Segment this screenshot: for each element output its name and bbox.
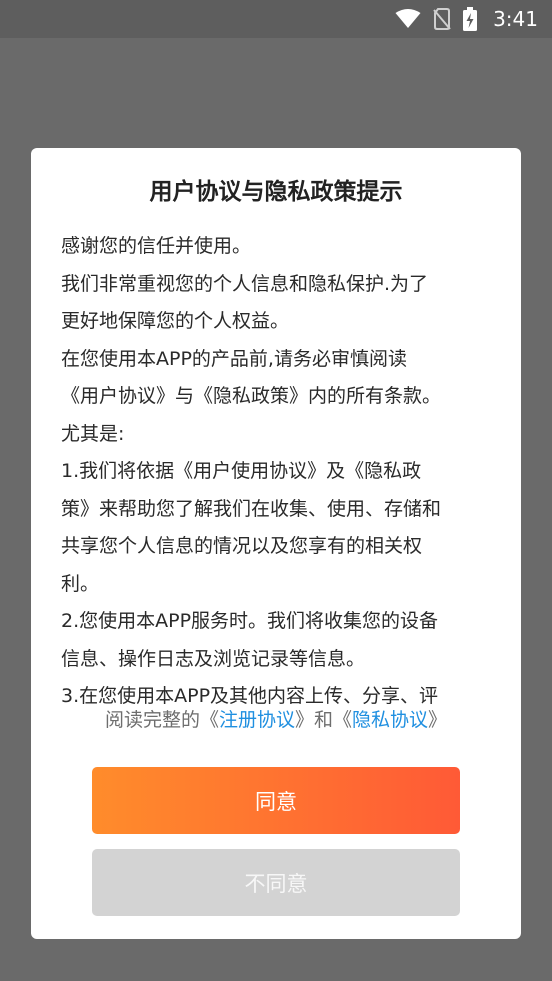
content-line: 更好地保障您的个人权益。 <box>61 310 290 332</box>
agree-button[interactable]: 同意 <box>92 767 460 834</box>
content-line: 尤其是: <box>61 422 125 445</box>
content-line: 策》来帮助您了解我们在收集、使用、存储和 <box>61 497 442 520</box>
content-line: 2.您使用本APP服务时。我们将收集您的设备 <box>61 610 439 632</box>
disagree-button[interactable]: 不同意 <box>92 849 460 916</box>
status-time: 3:41 <box>493 7 538 31</box>
dialog-title: 用户协议与隐私政策提示 <box>149 179 403 205</box>
register-agreement-link[interactable]: 注册协议 <box>219 709 295 731</box>
agreement-prefix: 阅读完整的《 <box>104 709 219 731</box>
content-line: 共享您个人信息的情况以及您享有的相关权 <box>61 535 423 557</box>
content-line: 我们非常重视您的个人信息和隐私保护.为了 <box>61 272 429 295</box>
content-line: 利。 <box>61 572 100 595</box>
content-line: 《用户协议》与《隐私政策》内的所有条款。 <box>61 385 442 407</box>
agreement-links-line: 阅读完整的《注册协议》和《隐私协议》 <box>31 705 521 732</box>
battery-charging-icon <box>463 7 478 31</box>
content-line: 1.我们将依据《用户使用协议》及《隐私政 <box>61 460 422 482</box>
content-line: 感谢您的信任并使用。 <box>61 235 252 257</box>
agreement-middle: 》和《 <box>294 709 352 731</box>
status-icons: 3:41 <box>395 7 538 31</box>
agreement-content-scroll[interactable]: 感谢您的信任并使用。 我们非常重视您的个人信息和隐私保护.为了 更好地保障您的个… <box>61 228 501 762</box>
wifi-icon <box>395 9 421 29</box>
privacy-dialog: 用户协议与隐私政策提示 感谢您的信任并使用。 我们非常重视您的个人信息和隐私保护… <box>31 148 521 939</box>
content-line: 信息、操作日志及浏览记录等信息。 <box>61 647 366 670</box>
privacy-agreement-link[interactable]: 隐私协议 <box>352 709 428 731</box>
agreement-suffix: 》 <box>428 709 448 731</box>
no-sim-icon <box>433 8 451 30</box>
status-bar: 3:41 <box>0 0 552 38</box>
content-line: 在您使用本APP的产品前,请务必审慎阅读 <box>61 347 407 370</box>
